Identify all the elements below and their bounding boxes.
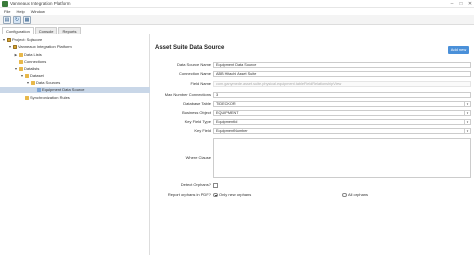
menu-help[interactable]: Help (16, 8, 24, 15)
where-clause-label: Where Clause (185, 155, 211, 160)
tree-item-label: Connections (24, 59, 47, 64)
toolbar: ▤ ↻ ▦ (0, 15, 474, 25)
tree-item-project[interactable]: ▼ Project: Sqlscore (2, 37, 42, 43)
detect-orphans-checkbox[interactable] (213, 182, 218, 188)
database-table-value: TIDECKOR (216, 102, 236, 106)
tab-reports[interactable]: Reports (58, 27, 81, 34)
detect-orphans-label: Detect Orphans? (180, 182, 211, 187)
collapse-icon[interactable]: ▼ (26, 80, 30, 86)
project-tree-panel: ▼ Project: Sqlscore ▼ Vanneaux Integrati… (0, 34, 150, 255)
tree-item-sync-rules[interactable]: Synchronization Rules (20, 95, 70, 101)
data-source-icon (37, 88, 41, 92)
app-logo-icon (2, 1, 8, 7)
dropdown-arrow-icon[interactable]: ▾ (464, 120, 470, 124)
key-field-select[interactable]: EquipmentNumber ▾ (213, 128, 471, 134)
tab-console[interactable]: Console (34, 27, 58, 34)
collapse-icon[interactable]: ▼ (14, 66, 18, 72)
data-source-form: Asset Suite Data Source Add new Data Sou… (151, 34, 474, 255)
only-new-orphans-label: Only new orphans (219, 192, 252, 197)
folder-icon (19, 53, 23, 57)
grid-icon[interactable]: ▦ (23, 16, 31, 24)
tree-item-label: Equipment Data Source (42, 87, 85, 92)
menu-window[interactable]: Window (31, 8, 45, 15)
data-source-name-label: Data Source Name (176, 62, 211, 67)
tree-item-datalists[interactable]: ▼ Datalists (14, 66, 39, 72)
close-button[interactable]: ✕ (466, 0, 474, 8)
business-object-value: EQUIPMENT (216, 111, 239, 115)
connection-name-field[interactable]: ABB Hitachi Asset Suite (213, 71, 471, 77)
collapse-icon[interactable]: ▼ (20, 73, 24, 79)
dropdown-arrow-icon[interactable]: ▾ (464, 111, 470, 115)
key-field-type-select[interactable]: EquipmentId ▾ (213, 119, 471, 125)
field-name-label: Field Name (190, 81, 211, 86)
data-source-name-field[interactable]: Equipment Data Source (213, 62, 471, 68)
tree-item-equipment-data-source[interactable]: Equipment Data Source (0, 87, 150, 93)
window-title: Vanneaux Integration Platform (10, 1, 71, 6)
tree-item-label: Vanneaux Integration Platform (18, 44, 72, 49)
folder-icon (25, 74, 29, 78)
tree-item-label: Synchronization Rules (30, 95, 70, 100)
tree-item-label: Data Lists (24, 52, 42, 57)
add-new-button[interactable]: Add new (448, 46, 469, 54)
maximize-button[interactable]: □ (457, 0, 465, 8)
folder-icon (19, 67, 23, 71)
platform-icon (13, 45, 17, 49)
tree-item-platform[interactable]: ▼ Vanneaux Integration Platform (8, 44, 72, 50)
expand-icon[interactable]: ▶ (14, 52, 18, 58)
collapse-icon[interactable]: ▼ (8, 44, 12, 50)
tree-item-dataset[interactable]: ▼ Dataset (20, 73, 44, 79)
minimize-button[interactable]: – (448, 0, 456, 8)
project-icon (7, 38, 11, 42)
folder-icon[interactable]: ▤ (3, 16, 11, 24)
all-orphans-radio[interactable] (342, 192, 347, 198)
folder-icon (31, 81, 35, 85)
tab-configuration[interactable]: Configuration (2, 27, 34, 34)
tree-item-connections[interactable]: Connections (14, 59, 46, 65)
report-orphans-label: Report orphans in PDF? (167, 192, 211, 197)
dropdown-arrow-icon[interactable]: ▾ (464, 102, 470, 106)
menu-bar: File Help Window (0, 8, 474, 15)
tab-strip: Configuration Console Reports (2, 27, 81, 34)
dropdown-arrow-icon[interactable]: ▾ (464, 129, 470, 133)
collapse-icon[interactable]: ▼ (2, 37, 6, 43)
where-clause-textarea[interactable] (213, 138, 471, 178)
refresh-icon[interactable]: ↻ (13, 16, 21, 24)
key-field-type-value: EquipmentId (216, 120, 238, 124)
tree-item-data-sources[interactable]: ▼ Data Sources (26, 80, 60, 86)
key-field-type-label: Key Field Type (184, 119, 211, 124)
max-connections-label: Max Number Connections (164, 92, 211, 97)
page-title: Asset Suite Data Source (155, 45, 225, 51)
tree-item-data-lists[interactable]: ▶ Data Lists (14, 52, 42, 58)
database-table-select[interactable]: TIDECKOR ▾ (213, 101, 471, 107)
field-name-field: com.ganymede.asset.suite.physical.equipm… (213, 81, 471, 87)
menu-file[interactable]: File (4, 8, 10, 15)
business-object-select[interactable]: EQUIPMENT ▾ (213, 110, 471, 116)
title-bar: Vanneaux Integration Platform – □ ✕ (0, 0, 474, 8)
key-field-label: Key Field (194, 128, 211, 133)
tree-item-label: Datalists (24, 66, 40, 71)
tree-item-label: Dataset (30, 73, 44, 78)
key-field-value: EquipmentNumber (216, 129, 248, 133)
max-connections-field[interactable]: 3 (213, 92, 471, 98)
connection-name-label: Connection Name (178, 71, 211, 76)
tree-item-label: Project: Sqlscore (12, 37, 43, 42)
only-new-orphans-radio[interactable] (213, 192, 218, 198)
database-table-label: Database Table (183, 101, 211, 106)
folder-icon (19, 60, 23, 64)
folder-icon (25, 96, 29, 100)
all-orphans-label: All orphans (348, 192, 369, 197)
business-object-label: Business Object (182, 110, 211, 115)
tree-item-label: Data Sources (36, 80, 61, 85)
